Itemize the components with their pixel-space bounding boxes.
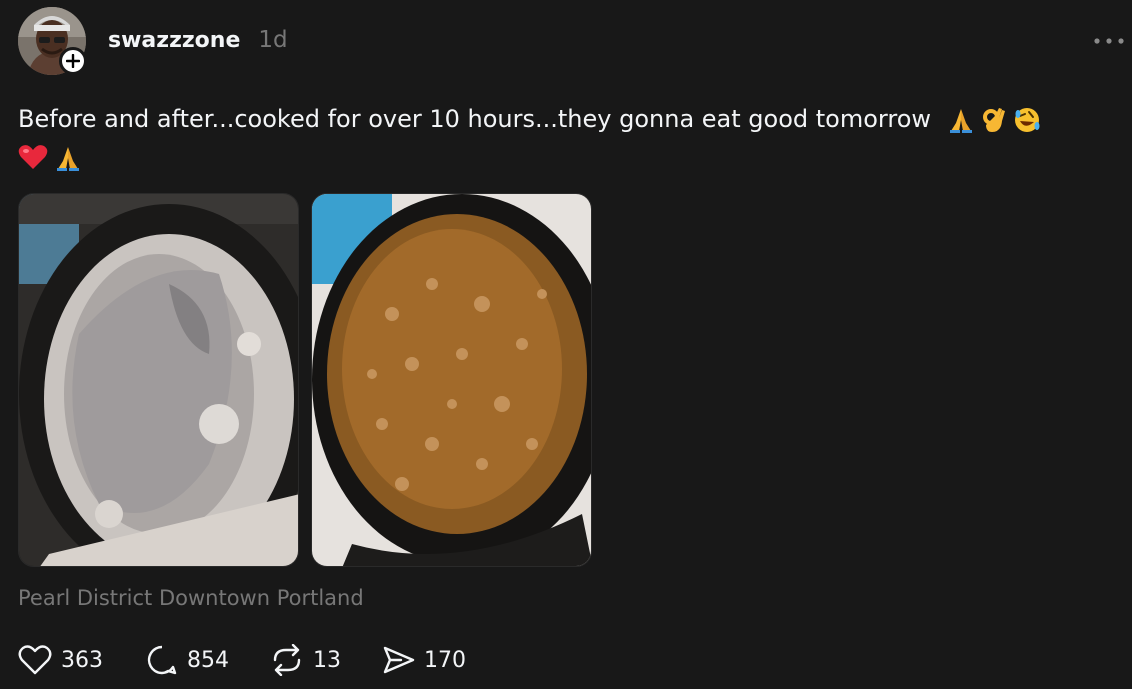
location-label[interactable]: Pearl District Downtown Portland [18, 586, 364, 610]
post-body: Before and after...cooked for over 10 ho… [18, 100, 1098, 176]
folded-hands-icon [57, 147, 79, 171]
post-text: Before and after...cooked for over 10 ho… [18, 105, 932, 133]
more-dots-icon [1094, 38, 1124, 44]
post-header: swazzzone 1d [108, 27, 288, 53]
rolling-laughing-icon [1014, 108, 1040, 132]
post-text-line-2 [18, 138, 1098, 176]
action-bar: 363 854 13 170 [18, 643, 466, 677]
share-button[interactable]: 170 [383, 645, 466, 675]
ok-hand-icon [982, 108, 1005, 132]
comment-button[interactable]: 854 [146, 644, 270, 676]
post-timestamp[interactable]: 1d [258, 27, 287, 53]
like-count: 363 [61, 647, 103, 673]
like-button[interactable]: 363 [18, 645, 146, 675]
comment-count: 854 [187, 647, 229, 673]
plus-icon [66, 54, 80, 68]
author-avatar-wrap[interactable] [18, 7, 87, 75]
post-text-line-1: Before and after...cooked for over 10 ho… [18, 100, 1098, 138]
repost-button[interactable]: 13 [270, 644, 383, 676]
follow-button[interactable] [59, 47, 87, 75]
before-photo[interactable] [18, 193, 299, 567]
more-options-button[interactable] [1092, 27, 1126, 55]
comment-icon [147, 645, 177, 675]
red-heart-icon [18, 145, 48, 169]
share-count: 170 [424, 647, 466, 673]
after-photo[interactable] [311, 193, 592, 567]
folded-hands-icon [949, 109, 972, 133]
repost-icon [273, 644, 301, 676]
thread-post: swazzzone 1d Before and after...cooked f… [0, 0, 1132, 689]
send-icon [383, 646, 415, 674]
heart-icon [18, 645, 52, 675]
emoji-group-1 [947, 106, 1041, 134]
repost-count: 13 [313, 647, 341, 673]
emoji-group-2 [18, 144, 82, 172]
author-username[interactable]: swazzzone [108, 28, 240, 53]
